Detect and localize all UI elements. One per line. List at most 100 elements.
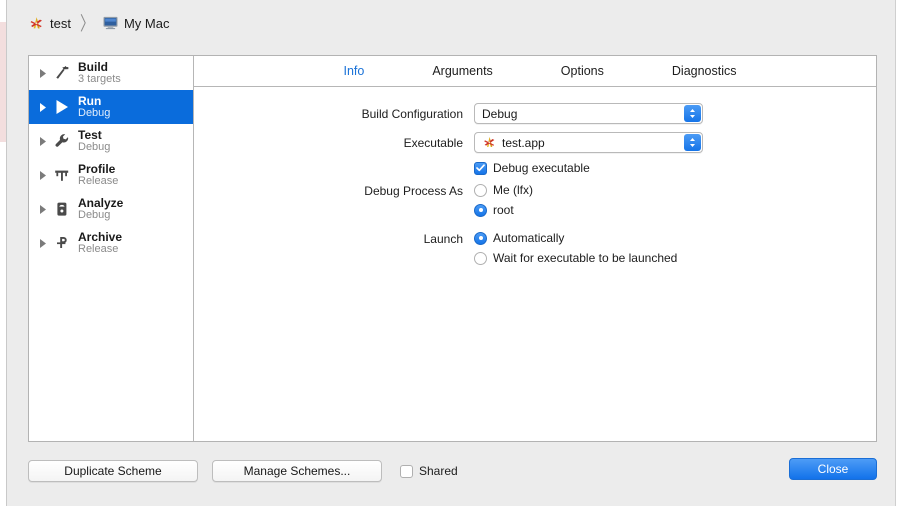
build-configuration-value: Debug [482, 106, 518, 121]
mac-display-icon [102, 16, 119, 30]
manage-schemes-button[interactable]: Manage Schemes... [212, 460, 382, 482]
debug-process-as-option-me[interactable]: Me (lfx) [474, 183, 876, 197]
sidebar-item-build[interactable]: Build 3 targets [29, 56, 193, 90]
scheme-panel: Build 3 targets Run Debug Test Debug Pro… [28, 55, 877, 442]
disclosure-triangle-icon[interactable] [37, 68, 48, 79]
chevron-updown-icon[interactable] [684, 105, 701, 122]
sheet-bottom-bar: Duplicate Scheme Manage Schemes... Share… [28, 458, 877, 484]
disclosure-triangle-icon[interactable] [37, 102, 48, 113]
executable-value: test.app [502, 135, 545, 150]
debug-process-as-label: Debug Process As [364, 184, 463, 198]
launch-option-wait-label: Wait for executable to be launched [493, 251, 678, 265]
sidebar-item-subtitle: Debug [78, 208, 111, 221]
sidebar-item-subtitle: Release [78, 242, 119, 255]
executable-control: test.app [474, 132, 876, 153]
disclosure-triangle-icon[interactable] [37, 136, 48, 147]
sidebar-item-run[interactable]: Run Debug [29, 90, 193, 124]
sidebar-item-subtitle: Debug [78, 106, 111, 119]
sidebar-item-title: Build [78, 59, 108, 74]
sidebar-item-text: Test Debug [78, 127, 111, 154]
launch-label: Launch [423, 232, 463, 246]
launch-control: Automatically Wait for executable to be … [474, 231, 876, 271]
build-configuration-label: Build Configuration [361, 106, 463, 121]
debug-executable-row: Debug executable [194, 161, 876, 175]
sidebar-item-title: Test [78, 127, 102, 142]
hammer-icon [52, 63, 72, 83]
sidebar-item-text: Run Debug [78, 93, 111, 120]
duplicate-scheme-button[interactable]: Duplicate Scheme [28, 460, 198, 482]
background-window-left-edge [0, 0, 7, 506]
radio-button[interactable] [474, 231, 487, 245]
breadcrumb-scheme-label: test [50, 15, 71, 31]
scheme-content: Info Arguments Options Diagnostics Build… [194, 56, 876, 441]
build-configuration-row: Build Configuration Debug [194, 103, 876, 124]
shared-label: Shared [419, 464, 458, 478]
executable-label: Executable [403, 135, 463, 150]
sidebar-item-text: Archive Release [78, 229, 123, 256]
sidebar-item-test[interactable]: Test Debug [29, 124, 193, 158]
sheet-titlebar: test 〉 My Mac [8, 0, 894, 46]
debug-process-as-option-root-label: root [493, 203, 514, 217]
close-button[interactable]: Close [789, 458, 877, 480]
tab-options[interactable]: Options [527, 64, 638, 78]
tab-arguments[interactable]: Arguments [398, 64, 526, 78]
debug-executable-label: Debug executable [493, 161, 590, 175]
sidebar-item-text: Profile Release [78, 161, 118, 188]
sidebar-item-archive[interactable]: Archive Release [29, 226, 193, 260]
sidebar-item-profile[interactable]: Profile Release [29, 158, 193, 192]
sidebar-item-analyze[interactable]: Analyze Debug [29, 192, 193, 226]
launch-option-wait[interactable]: Wait for executable to be launched [474, 251, 876, 265]
wrench-icon [52, 131, 72, 151]
disclosure-triangle-icon[interactable] [37, 170, 48, 181]
executable-popup[interactable]: test.app [474, 132, 703, 153]
breadcrumb-destination-label: My Mac [123, 15, 170, 31]
build-configuration-control: Debug [474, 103, 876, 124]
shared-checkbox-line[interactable]: Shared [400, 464, 458, 478]
debug-executable-control: Debug executable [474, 161, 876, 175]
sidebar-item-text: Analyze Debug [78, 195, 124, 222]
breadcrumb-separator: 〉 [79, 12, 94, 34]
disclosure-triangle-icon[interactable] [37, 238, 48, 249]
tab-bar: Info Arguments Options Diagnostics [194, 56, 876, 87]
speedometer-icon [52, 165, 72, 185]
debug-executable-checkbox[interactable] [474, 161, 487, 175]
info-form: Build Configuration Debug Executable tes… [194, 87, 876, 271]
archive-icon [52, 233, 72, 253]
analyze-icon [52, 199, 72, 219]
background-window-tint [0, 22, 6, 142]
debug-process-as-option-me-label: Me (lfx) [493, 183, 533, 197]
sidebar-item-subtitle: Debug [78, 140, 111, 153]
breadcrumb-destination[interactable]: My Mac [102, 15, 170, 31]
sidebar-item-text: Build 3 targets [78, 59, 121, 86]
build-configuration-popup[interactable]: Debug [474, 103, 703, 124]
launch-row: Launch Automatically Wait for executable… [194, 231, 876, 271]
sidebar-item-subtitle: 3 targets [78, 72, 121, 85]
tab-info[interactable]: Info [309, 64, 398, 78]
debug-process-as-option-root[interactable]: root [474, 203, 876, 217]
scheme-editor-sheet: test 〉 My Mac Build 3 targets Run Debug … [0, 0, 901, 506]
radio-button[interactable] [474, 203, 487, 217]
radio-button[interactable] [474, 183, 487, 197]
executable-row: Executable test.app [194, 132, 876, 153]
play-icon [52, 97, 72, 117]
sidebar-item-title: Analyze [78, 195, 124, 210]
sidebar-item-title: Run [78, 93, 102, 108]
tab-diagnostics[interactable]: Diagnostics [638, 64, 771, 78]
breadcrumb-scheme[interactable]: test [28, 15, 71, 32]
sidebar-item-title: Profile [78, 161, 116, 176]
launch-option-automatically-label: Automatically [493, 231, 565, 245]
disclosure-triangle-icon[interactable] [37, 204, 48, 215]
shared-checkbox[interactable] [400, 464, 413, 478]
scheme-action-sidebar: Build 3 targets Run Debug Test Debug Pro… [29, 56, 194, 441]
debug-process-as-row: Debug Process As Me (lfx) root [194, 183, 876, 223]
xcode-app-icon [482, 135, 502, 150]
debug-executable-checkbox-line[interactable]: Debug executable [474, 161, 876, 175]
radio-button[interactable] [474, 251, 487, 265]
debug-process-as-control: Me (lfx) root [474, 183, 876, 223]
breadcrumb: test 〉 My Mac [28, 12, 170, 34]
launch-option-automatically[interactable]: Automatically [474, 231, 876, 245]
sidebar-item-title: Archive [78, 229, 123, 244]
background-window-right-edge [895, 0, 901, 506]
chevron-updown-icon[interactable] [684, 134, 701, 151]
xcode-app-icon [28, 15, 45, 32]
